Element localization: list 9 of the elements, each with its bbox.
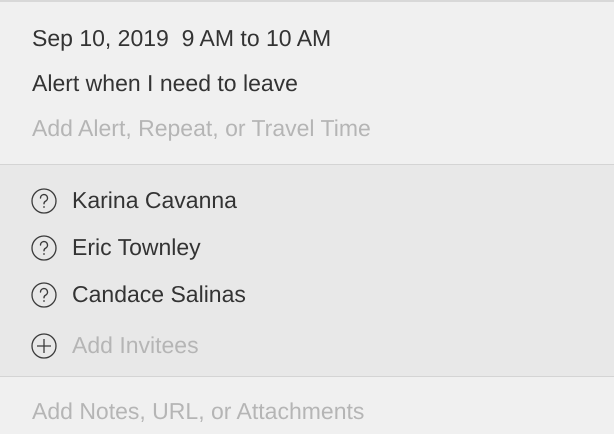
invitee-name[interactable]: Candace Salinas: [72, 277, 246, 312]
question-circle-icon: [31, 234, 57, 260]
question-circle-icon: [31, 282, 57, 308]
question-circle-icon: [31, 188, 57, 214]
add-circle-icon[interactable]: [31, 332, 57, 358]
event-date-time[interactable]: Sep 10, 2019 9 AM to 10 AM: [32, 16, 582, 61]
alert-text[interactable]: Alert when I need to leave: [32, 61, 582, 106]
invitee-name[interactable]: Eric Townley: [72, 230, 201, 265]
invitee-name[interactable]: Karina Cavanna: [72, 183, 237, 218]
